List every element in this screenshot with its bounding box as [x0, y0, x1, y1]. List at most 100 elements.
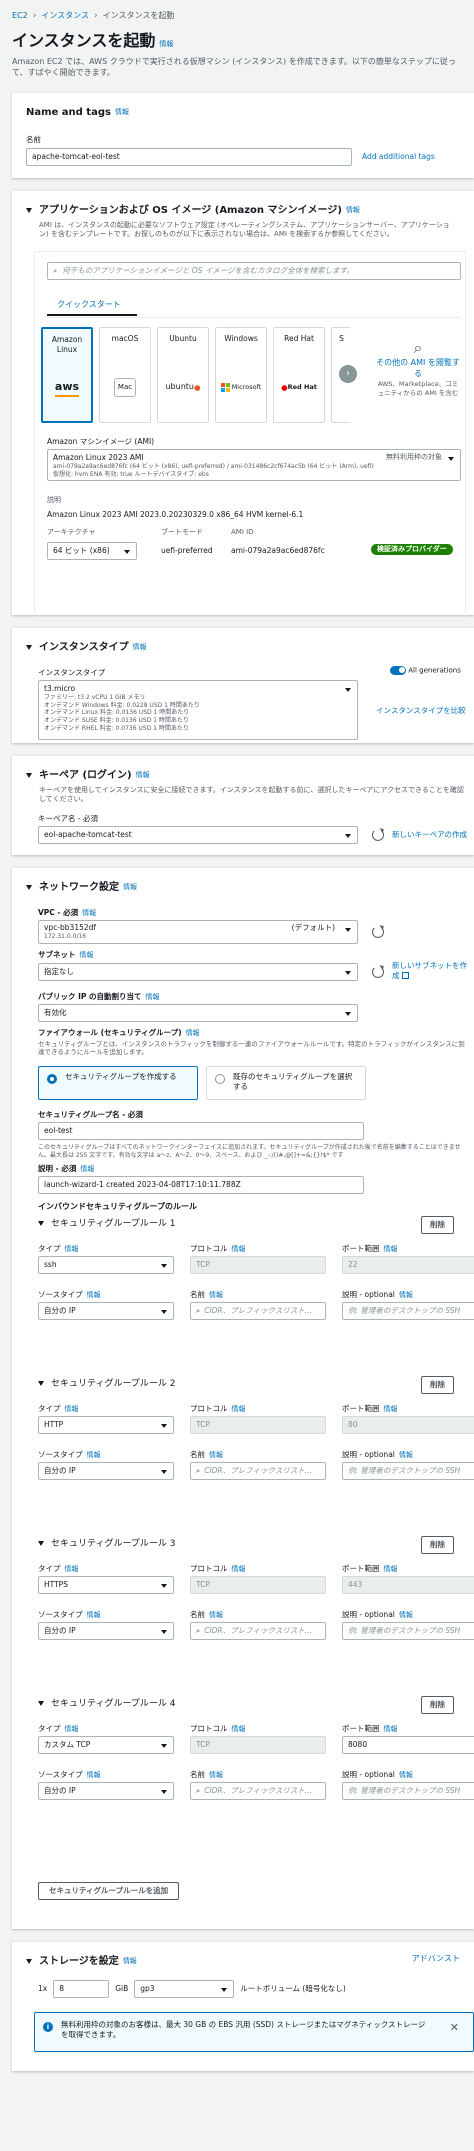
remove-rule-button[interactable]: 削除 — [421, 1535, 454, 1554]
info-link[interactable]: 情報 — [136, 771, 150, 780]
info-link[interactable]: 情報 — [346, 206, 360, 215]
refresh-icon[interactable] — [372, 828, 384, 841]
info-link[interactable]: 情報 — [232, 1405, 246, 1413]
info-link[interactable]: 情報 — [209, 1451, 223, 1459]
info-link[interactable]: 情報 — [80, 1165, 94, 1173]
breadcrumb-instances[interactable]: インスタンス — [41, 11, 89, 22]
caret-down-icon[interactable] — [26, 885, 32, 891]
caret-down-icon[interactable] — [38, 1541, 44, 1547]
rule-source-type-select[interactable]: 自分の IP — [38, 1461, 174, 1480]
info-link[interactable]: 情報 — [115, 108, 129, 117]
chevron-right-icon[interactable]: › — [339, 364, 357, 383]
tile-macos[interactable]: macOS Mac — [99, 326, 151, 423]
info-link[interactable]: 情報 — [209, 1611, 223, 1619]
create-keypair-link[interactable]: 新しいキーペアの作成 — [392, 830, 467, 840]
info-link[interactable]: 情報 — [87, 1611, 101, 1619]
ami-search-input[interactable]: ⌕ 何千ものアプリケーションイメージと OS イメージを含むカタログ全体を検索しま… — [47, 261, 461, 280]
architecture-select[interactable]: 64 ビット (x86) — [47, 541, 137, 560]
existing-security-group-option[interactable]: 既存のセキュリティグループを選択する — [206, 1065, 366, 1100]
caret-down-icon[interactable] — [38, 1381, 44, 1387]
info-link[interactable]: 情報 — [384, 1565, 398, 1573]
rule-type-select[interactable]: HTTPS — [38, 1575, 174, 1594]
info-link[interactable]: 情報 — [87, 1771, 101, 1779]
rule-cidr-input[interactable]: ⌕ CIDR、プレフィックスリスト... — [190, 1461, 326, 1480]
rule-source-type-select[interactable]: 自分の IP — [38, 1301, 174, 1320]
sg-description-input[interactable]: launch-wizard-1 created 2023-04-08T17:10… — [38, 1175, 364, 1194]
info-link[interactable]: 情報 — [146, 993, 160, 1001]
rule-description-input[interactable]: 例: 管理者のデスクトップの SSH — [342, 1781, 474, 1800]
volume-size-input[interactable]: 8 — [53, 1979, 110, 1998]
info-link[interactable]: 情報 — [123, 1957, 137, 1966]
remove-rule-button[interactable]: 削除 — [421, 1375, 454, 1394]
keypair-select[interactable]: eol-apache-tomcat-test — [38, 825, 358, 844]
tile-amazon-linux[interactable]: Amazon Linux aws — [41, 326, 93, 423]
tab-quickstart[interactable]: クイックスタート — [47, 294, 137, 316]
rule-source-type-select[interactable]: 自分の IP — [38, 1621, 174, 1640]
create-security-group-option[interactable]: セキュリティグループを作成する — [38, 1065, 198, 1100]
name-input[interactable]: apache-tomcat-eol-test — [26, 147, 352, 166]
info-link[interactable]: 情報 — [209, 1771, 223, 1779]
rule-type-select[interactable]: HTTP — [38, 1415, 174, 1434]
remove-rule-button[interactable]: 削除 — [421, 1215, 454, 1234]
info-link[interactable]: 情報 — [209, 1291, 223, 1299]
info-link[interactable]: 情報 — [186, 1029, 200, 1037]
browse-more-amis[interactable]: ⌕ その他の AMI を閲覧する AWS、Marketplace、コミュニティか… — [375, 337, 461, 398]
info-link[interactable]: 情報 — [232, 1725, 246, 1733]
refresh-icon[interactable] — [372, 965, 384, 978]
info-link[interactable]: 情報 — [384, 1725, 398, 1733]
rule-description-input[interactable]: 例: 管理者のデスクトップの SSH — [342, 1461, 474, 1480]
public-ip-select[interactable]: 有効化 — [38, 1003, 358, 1022]
caret-down-icon[interactable] — [38, 1701, 44, 1707]
info-link[interactable]: 情報 — [232, 1245, 246, 1253]
ami-select[interactable]: Amazon Linux 2023 AMI ami-079a2a9ac6ed87… — [47, 448, 461, 481]
caret-down-icon[interactable] — [26, 645, 32, 651]
info-link[interactable]: 情報 — [82, 909, 96, 917]
info-link[interactable]: 情報 — [133, 643, 147, 652]
info-link[interactable]: 情報 — [384, 1405, 398, 1413]
info-link[interactable]: 情報 — [65, 1565, 79, 1573]
vpc-select[interactable]: vpc-bb3152df (デフォルト) 172.31.0.0/16 — [38, 919, 358, 944]
add-rule-button[interactable]: セキュリティグループルールを追加 — [38, 1881, 180, 1900]
tile-redhat[interactable]: Red Hat ● Red Hat — [273, 326, 325, 423]
info-link[interactable]: 情報 — [399, 1771, 413, 1779]
compare-instance-types-link[interactable]: インスタンスタイプを比較 — [376, 706, 466, 716]
add-tags-link[interactable]: Add additional tags — [362, 152, 435, 162]
volume-type-select[interactable]: gp3 — [134, 1979, 235, 1998]
rule-description-input[interactable]: 例: 管理者のデスクトップの SSH — [342, 1621, 474, 1640]
advanced-link[interactable]: アドバンスト — [412, 1954, 460, 1965]
close-icon[interactable]: ✕ — [450, 2021, 459, 2036]
rule-source-type-select[interactable]: 自分の IP — [38, 1781, 174, 1800]
tile-windows[interactable]: Windows Microsoft — [215, 326, 267, 423]
caret-down-icon[interactable] — [26, 1959, 32, 1965]
info-link[interactable]: 情報 — [159, 40, 173, 49]
caret-down-icon[interactable] — [26, 208, 32, 214]
info-link[interactable]: 情報 — [384, 1245, 398, 1253]
info-link[interactable]: 情報 — [399, 1451, 413, 1459]
info-link[interactable]: 情報 — [232, 1565, 246, 1573]
rule-port-field[interactable]: 8080 — [342, 1735, 474, 1754]
rule-cidr-input[interactable]: ⌕ CIDR、プレフィックスリスト... — [190, 1621, 326, 1640]
info-link[interactable]: 情報 — [87, 1451, 101, 1459]
refresh-icon[interactable] — [372, 925, 384, 938]
rule-description-input[interactable]: 例: 管理者のデスクトップの SSH — [342, 1301, 474, 1320]
sg-name-input[interactable]: eol-test — [38, 1121, 364, 1140]
all-generations-toggle[interactable]: All generations — [390, 665, 461, 676]
info-link[interactable]: 情報 — [87, 1291, 101, 1299]
rule-cidr-input[interactable]: ⌕ CIDR、プレフィックスリスト... — [190, 1781, 326, 1800]
info-link[interactable]: 情報 — [399, 1291, 413, 1299]
tile-ubuntu[interactable]: Ubuntu ubuntu ● — [157, 326, 209, 423]
info-link[interactable]: 情報 — [399, 1611, 413, 1619]
breadcrumb-ec2[interactable]: EC2 — [12, 11, 28, 22]
rule-type-select[interactable]: ssh — [38, 1255, 174, 1274]
remove-rule-button[interactable]: 削除 — [421, 1695, 454, 1714]
caret-down-icon[interactable] — [38, 1221, 44, 1227]
info-link[interactable]: 情報 — [65, 1725, 79, 1733]
info-link[interactable]: 情報 — [80, 951, 94, 959]
create-subnet-link[interactable]: 新しいサブネットを作成 — [392, 961, 472, 981]
info-link[interactable]: 情報 — [123, 883, 137, 892]
info-link[interactable]: 情報 — [65, 1245, 79, 1253]
instance-type-select[interactable]: t3.micro ファミリー: t3 2 vCPU 1 GiB メモリ オンデマ… — [38, 679, 358, 740]
rule-cidr-input[interactable]: ⌕ CIDR、プレフィックスリスト... — [190, 1301, 326, 1320]
rule-type-select[interactable]: カスタム TCP — [38, 1735, 174, 1754]
subnet-select[interactable]: 指定なし — [38, 962, 358, 981]
